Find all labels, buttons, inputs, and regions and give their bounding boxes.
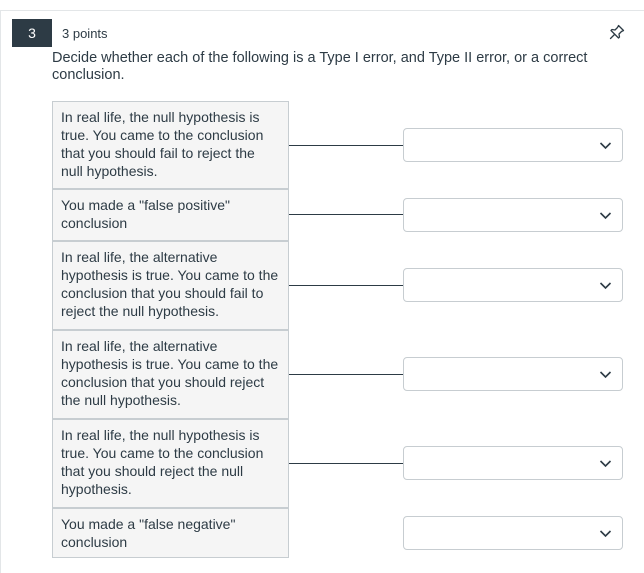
question-number: 3 — [12, 19, 52, 47]
match-connector-line — [289, 374, 403, 375]
match-answer-select[interactable] — [403, 128, 623, 162]
match-row: In real life, the alternative hypothesis… — [52, 241, 623, 330]
match-left-label: You made a "false negative" conclusion — [52, 508, 289, 558]
match-answer-select[interactable] — [403, 198, 623, 232]
chevron-down-icon — [599, 460, 612, 468]
match-left-label: In real life, the alternative hypothesis… — [52, 330, 289, 419]
chevron-down-icon — [599, 142, 612, 150]
match-left-label: In real life, the null hypothesis is tru… — [52, 101, 289, 189]
match-left-label: In real life, the null hypothesis is tru… — [52, 419, 289, 508]
chevron-down-icon — [599, 530, 612, 538]
question-prompt: Decide whether each of the following is … — [52, 50, 588, 83]
match-left-label: You made a "false positive" conclusion — [52, 189, 289, 241]
match-row: You made a "false negative" conclusion — [52, 508, 623, 558]
match-connector-line — [289, 285, 403, 286]
match-connector-line — [289, 214, 403, 215]
match-left-label: In real life, the alternative hypothesis… — [52, 241, 289, 330]
match-row: In real life, the alternative hypothesis… — [52, 330, 623, 419]
chevron-down-icon — [599, 282, 612, 290]
match-connector-line — [289, 463, 403, 464]
match-connector-line — [289, 145, 403, 146]
match-row: You made a "false positive" conclusion — [52, 189, 623, 241]
match-row: In real life, the null hypothesis is tru… — [52, 101, 623, 189]
match-answer-select[interactable] — [403, 268, 623, 302]
question-points: 3 points — [62, 26, 108, 41]
pin-icon[interactable] — [608, 23, 626, 41]
match-answer-select[interactable] — [403, 446, 623, 480]
match-answer-select[interactable] — [403, 516, 623, 550]
chevron-down-icon — [599, 371, 612, 379]
match-answer-select[interactable] — [403, 357, 623, 391]
chevron-down-icon — [599, 212, 612, 220]
match-row: In real life, the null hypothesis is tru… — [52, 419, 623, 508]
